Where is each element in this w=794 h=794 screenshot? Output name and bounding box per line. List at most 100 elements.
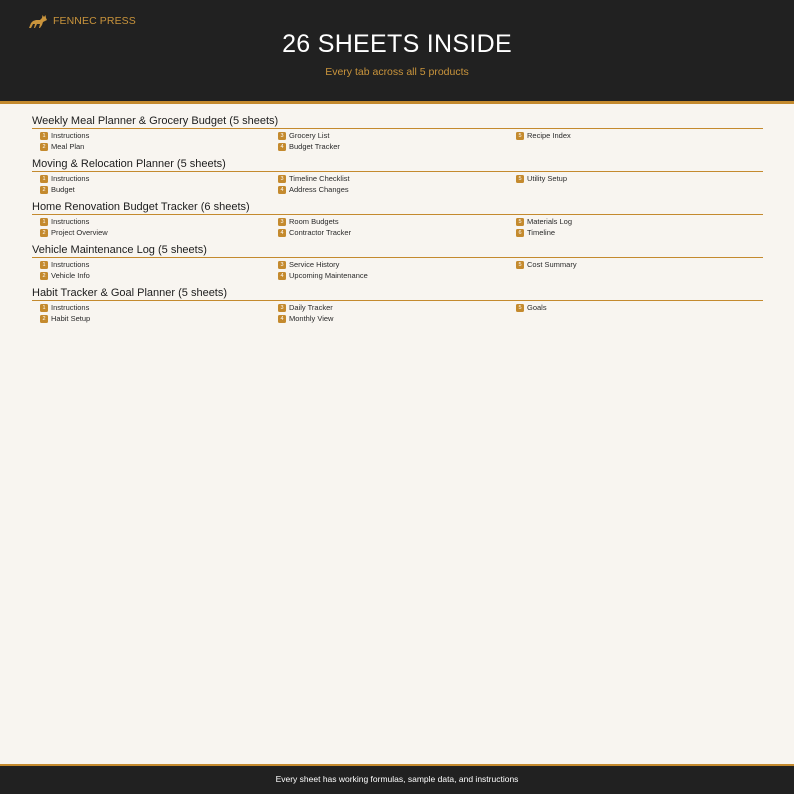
sheet-name: Service History	[289, 260, 340, 269]
sheet-number-badge: 5	[516, 303, 524, 312]
sheet-item: 3 Grocery List	[278, 130, 516, 141]
sheet-name: Budget Tracker	[289, 142, 340, 151]
sheet-name: Cost Summary	[527, 260, 577, 269]
sheet-number-badge: 5	[516, 131, 524, 140]
sheet-number-badge: 2	[40, 185, 48, 194]
sheet-list: 1 Instructions 2 Project Overview 3 Room Bu…	[32, 216, 763, 238]
sheet-item: 1 Instructions	[40, 302, 278, 313]
sheet-name: Instructions	[51, 260, 90, 269]
sheet-item: 3 Service History	[278, 259, 516, 270]
product-section: Home Renovation Budget Tracker (6 sheets…	[32, 199, 763, 242]
brand: FENNEC PRESS	[28, 12, 136, 30]
sheet-name: Vehicle Info	[51, 271, 90, 280]
sheet-item: 5 Materials Log	[516, 216, 754, 227]
product-list: Weekly Meal Planner & Grocery Budget (5 …	[32, 113, 763, 328]
sheet-name: Instructions	[51, 303, 90, 312]
sheet-item: 4 Monthly View	[278, 313, 516, 324]
sheet-number-badge: 1	[40, 260, 48, 269]
sheet-number-badge: 5	[516, 260, 524, 269]
sheet-number-badge: 2	[40, 228, 48, 237]
product-title: Habit Tracker & Goal Planner (5 sheets)	[32, 287, 228, 299]
section-divider	[32, 257, 763, 258]
sheet-item: 2 Meal Plan	[40, 141, 278, 152]
sheet-name: Monthly View	[289, 314, 334, 323]
sheet-list: 1 Instructions 2 Vehicle Info 3 Service His…	[32, 259, 763, 281]
section-divider	[32, 214, 763, 215]
sheet-number-badge: 3	[278, 131, 286, 140]
sheet-name: Goals	[527, 303, 547, 312]
sheet-number-badge: 3	[278, 303, 286, 312]
sheet-item: 4 Contractor Tracker	[278, 227, 516, 238]
sheet-item: 4 Address Changes	[278, 184, 516, 195]
section-divider	[32, 128, 763, 129]
page-title: 26 SHEETS INSIDE	[282, 30, 512, 58]
sheet-item: 2 Vehicle Info	[40, 270, 278, 281]
product-section: Habit Tracker & Goal Planner (5 sheets) …	[32, 285, 763, 328]
sheet-name: Project Overview	[51, 228, 108, 237]
sheet-number-badge: 1	[40, 174, 48, 183]
sheet-number-badge: 1	[40, 131, 48, 140]
sheet-item: 2 Habit Setup	[40, 313, 278, 324]
sheet-name: Daily Tracker	[289, 303, 333, 312]
sheet-name: Timeline Checklist	[289, 174, 350, 183]
product-section: Vehicle Maintenance Log (5 sheets) 1 Inst…	[32, 242, 763, 285]
sheet-list: 1 Instructions 2 Meal Plan 3 Grocery List 4…	[32, 130, 763, 152]
sheet-name: Instructions	[51, 174, 90, 183]
product-section: Moving & Relocation Planner (5 sheets) 1…	[32, 156, 763, 199]
sheet-name: Recipe Index	[527, 131, 571, 140]
sheet-name: Upcoming Maintenance	[289, 271, 368, 280]
sheet-number-badge: 4	[278, 142, 286, 151]
header-banner: FENNEC PRESS 26 SHEETS INSIDE Every tab …	[0, 0, 794, 104]
section-divider	[32, 300, 763, 301]
sheet-item: 1 Instructions	[40, 130, 278, 141]
sheet-number-badge: 2	[40, 142, 48, 151]
sheet-number-badge: 2	[40, 271, 48, 280]
sheet-item: 4 Budget Tracker	[278, 141, 516, 152]
sheet-number-badge: 3	[278, 217, 286, 226]
sheet-item: 5 Goals	[516, 302, 754, 313]
sheet-number-badge: 3	[278, 260, 286, 269]
sheet-name: Address Changes	[289, 185, 349, 194]
sheet-number-badge: 3	[278, 174, 286, 183]
sheet-item: 3 Daily Tracker	[278, 302, 516, 313]
product-section: Weekly Meal Planner & Grocery Budget (5 …	[32, 113, 763, 156]
brand-name: FENNEC PRESS	[53, 15, 136, 27]
sheet-item: 1 Instructions	[40, 259, 278, 270]
footer-text: Every sheet has working formulas, sample…	[275, 774, 519, 784]
sheet-number-badge: 1	[40, 303, 48, 312]
footer-banner: Every sheet has working formulas, sample…	[0, 764, 794, 794]
sheet-number-badge: 4	[278, 185, 286, 194]
sheet-name: Grocery List	[289, 131, 330, 140]
sheet-item: 1 Instructions	[40, 173, 278, 184]
sheet-item: 1 Instructions	[40, 216, 278, 227]
sheet-name: Budget	[51, 185, 75, 194]
sheet-name: Contractor Tracker	[289, 228, 352, 237]
section-divider	[32, 171, 763, 172]
product-title: Moving & Relocation Planner (5 sheets)	[32, 158, 226, 170]
sheet-name: Timeline	[527, 228, 556, 237]
sheet-name: Instructions	[51, 131, 90, 140]
sheet-name: Instructions	[51, 217, 90, 226]
sheet-item: 2 Budget	[40, 184, 278, 195]
sheet-item: 5 Recipe Index	[516, 130, 754, 141]
sheet-item: 6 Timeline	[516, 227, 754, 238]
sheet-item: 2 Project Overview	[40, 227, 278, 238]
sheet-number-badge: 6	[516, 228, 524, 237]
page-subtitle: Every tab across all 5 products	[325, 66, 469, 78]
sheet-item: 3 Timeline Checklist	[278, 173, 516, 184]
sheet-number-badge: 2	[40, 314, 48, 323]
sheet-number-badge: 4	[278, 228, 286, 237]
sheet-item: 5 Utility Setup	[516, 173, 754, 184]
sheet-number-badge: 5	[516, 174, 524, 183]
fox-icon	[28, 13, 48, 29]
product-title: Vehicle Maintenance Log (5 sheets)	[32, 244, 207, 256]
sheet-number-badge: 5	[516, 217, 524, 226]
sheet-item: 3 Room Budgets	[278, 216, 516, 227]
sheet-item: 5 Cost Summary	[516, 259, 754, 270]
product-title: Home Renovation Budget Tracker (6 sheets…	[32, 201, 250, 213]
sheet-number-badge: 4	[278, 314, 286, 323]
sheet-item: 4 Upcoming Maintenance	[278, 270, 516, 281]
sheet-name: Meal Plan	[51, 142, 85, 151]
sheet-number-badge: 4	[278, 271, 286, 280]
sheet-name: Room Budgets	[289, 217, 339, 226]
